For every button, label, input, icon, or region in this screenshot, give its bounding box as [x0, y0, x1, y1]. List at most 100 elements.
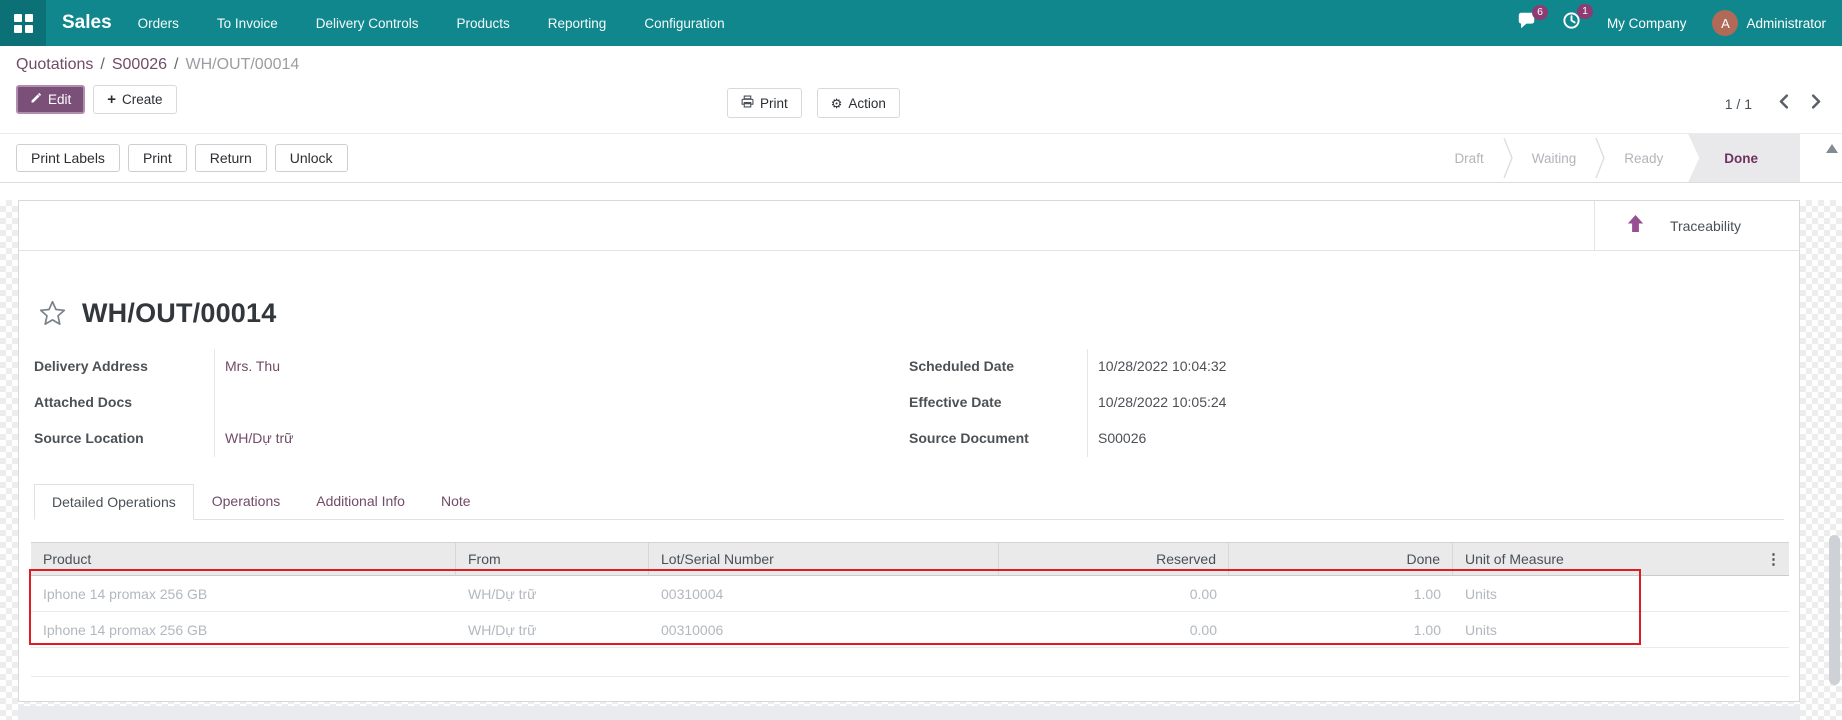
menu-reporting[interactable]: Reporting: [548, 16, 607, 31]
field-label-source-location: Source Location: [34, 421, 214, 457]
avatar: A: [1712, 10, 1738, 36]
print-labels-button[interactable]: Print Labels: [16, 144, 120, 172]
pager: 1 / 1: [1725, 94, 1822, 114]
menu-orders[interactable]: Orders: [138, 16, 179, 31]
pencil-icon: [30, 92, 42, 107]
plus-icon: +: [107, 92, 116, 107]
status-step-ready[interactable]: Ready: [1605, 151, 1682, 166]
field-value-source-location[interactable]: WH/Dự trữ: [214, 421, 909, 457]
control-panel-buttons: Edit + Create: [16, 85, 1826, 114]
column-header-done[interactable]: Done: [1229, 543, 1453, 575]
bottom-section-bar: [18, 706, 1800, 720]
statusbar: Print Labels Print Return Unlock Draft W…: [0, 133, 1842, 183]
pager-prev-icon[interactable]: [1778, 94, 1789, 114]
action-buttons: Print ⚙ Action: [727, 88, 900, 118]
detailed-operations-table: Product From Lot/Serial Number Reserved …: [31, 542, 1789, 677]
tab-detailed-operations[interactable]: Detailed Operations: [34, 484, 194, 520]
table-header: Product From Lot/Serial Number Reserved …: [31, 542, 1789, 576]
breadcrumb-s00026[interactable]: S00026: [112, 56, 167, 74]
column-header-lot-serial[interactable]: Lot/Serial Number: [649, 543, 999, 575]
arrow-up-icon: [1627, 214, 1644, 238]
field-value-source-document[interactable]: S00026: [1087, 421, 1784, 457]
table-trailing-row: [31, 648, 1789, 677]
messages-button[interactable]: 6: [1517, 12, 1536, 34]
return-button[interactable]: Return: [195, 144, 267, 172]
gear-icon: ⚙: [831, 97, 843, 110]
field-label-effective-date: Effective Date: [909, 385, 1087, 421]
scrollbar-thumb[interactable]: [1829, 535, 1840, 685]
main-menu: Orders To Invoice Delivery Controls Prod…: [138, 16, 725, 31]
create-button[interactable]: + Create: [93, 85, 176, 114]
action-button[interactable]: ⚙ Action: [817, 88, 900, 118]
menu-products[interactable]: Products: [457, 16, 510, 31]
status-step-draft[interactable]: Draft: [1435, 151, 1502, 166]
unlock-button[interactable]: Unlock: [275, 144, 348, 172]
tab-additional-info[interactable]: Additional Info: [298, 483, 423, 519]
column-header-from[interactable]: From: [456, 543, 649, 575]
cell-done: 1.00: [1229, 576, 1453, 611]
field-groups: Delivery Address Mrs. Thu Attached Docs …: [34, 349, 1784, 457]
scrollbar-up-arrow[interactable]: [1826, 144, 1838, 153]
apps-menu-button[interactable]: [0, 0, 46, 46]
activities-badge: 1: [1577, 4, 1593, 19]
print-report-button[interactable]: Print: [128, 144, 187, 172]
apps-grid-icon: [14, 14, 33, 33]
field-value-scheduled-date[interactable]: 10/28/2022 10:04:32: [1087, 349, 1784, 385]
table-row[interactable]: Iphone 14 promax 256 GB WH/Dự trữ 003100…: [31, 612, 1789, 648]
company-switcher[interactable]: My Company: [1607, 16, 1687, 31]
menu-configuration[interactable]: Configuration: [644, 16, 724, 31]
printer-icon: [741, 95, 754, 111]
menu-delivery-controls[interactable]: Delivery Controls: [316, 16, 419, 31]
messages-badge: 6: [1532, 5, 1548, 20]
tab-operations[interactable]: Operations: [194, 483, 298, 519]
field-value-delivery-address[interactable]: Mrs. Thu: [214, 349, 909, 385]
column-header-uom[interactable]: Unit of Measure ⋮: [1453, 543, 1789, 575]
cell-done: 1.00: [1229, 612, 1453, 647]
username: Administrator: [1746, 16, 1826, 31]
optional-columns-icon[interactable]: ⋮: [1766, 552, 1781, 567]
cell-lot-serial: 00310006: [649, 612, 999, 647]
breadcrumb: Quotations / S00026 / WH/OUT/00014: [16, 56, 1826, 74]
status-step-waiting[interactable]: Waiting: [1513, 151, 1596, 166]
field-group-left: Delivery Address Mrs. Thu Attached Docs …: [34, 349, 909, 457]
cell-reserved: 0.00: [999, 576, 1229, 611]
column-header-reserved[interactable]: Reserved: [999, 543, 1229, 575]
breadcrumb-separator: /: [100, 56, 104, 74]
field-value-effective-date[interactable]: 10/28/2022 10:05:24: [1087, 385, 1784, 421]
activities-button[interactable]: 1: [1562, 11, 1581, 35]
field-group-right: Scheduled Date 10/28/2022 10:04:32 Effec…: [909, 349, 1784, 457]
pager-next-icon[interactable]: [1811, 94, 1822, 114]
table-row[interactable]: Iphone 14 promax 256 GB WH/Dự trữ 003100…: [31, 576, 1789, 612]
edit-button[interactable]: Edit: [16, 85, 85, 114]
top-navbar: Sales Orders To Invoice Delivery Control…: [0, 0, 1842, 46]
breadcrumb-quotations[interactable]: Quotations: [16, 56, 93, 74]
navbar-right: 6 1 My Company A Administrator: [1517, 10, 1842, 36]
app-name[interactable]: Sales: [62, 12, 112, 34]
status-step-done[interactable]: Done: [1688, 134, 1800, 182]
page-title: WH/OUT/00014: [82, 298, 276, 329]
favorite-star-icon[interactable]: [39, 300, 66, 326]
field-label-attached-docs: Attached Docs: [34, 385, 214, 421]
user-menu[interactable]: A Administrator: [1712, 10, 1826, 36]
column-header-product[interactable]: Product: [31, 543, 456, 575]
field-value-attached-docs[interactable]: [214, 385, 909, 421]
menu-to-invoice[interactable]: To Invoice: [217, 16, 278, 31]
pager-count: 1 / 1: [1725, 96, 1752, 112]
cell-uom: Units: [1453, 576, 1789, 611]
content-area: Traceability WH/OUT/00014 Delivery Addre…: [0, 200, 1842, 720]
field-label-scheduled-date: Scheduled Date: [909, 349, 1087, 385]
cell-reserved: 0.00: [999, 612, 1229, 647]
title-row: WH/OUT/00014: [31, 291, 1787, 335]
tab-note[interactable]: Note: [423, 483, 489, 519]
chevron-separator-icon: [1503, 134, 1513, 182]
page: Sales Orders To Invoice Delivery Control…: [0, 0, 1842, 720]
print-button[interactable]: Print: [727, 88, 802, 118]
traceability-button[interactable]: Traceability: [1594, 201, 1799, 250]
cell-uom: Units: [1453, 612, 1789, 647]
breadcrumb-separator: /: [174, 56, 178, 74]
breadcrumb-current: WH/OUT/00014: [185, 56, 299, 74]
button-box: Traceability: [19, 201, 1799, 251]
control-panel: Quotations / S00026 / WH/OUT/00014 Edit …: [0, 46, 1842, 133]
cell-from: WH/Dự trữ: [456, 576, 649, 611]
form-sheet: Traceability WH/OUT/00014 Delivery Addre…: [18, 200, 1800, 702]
